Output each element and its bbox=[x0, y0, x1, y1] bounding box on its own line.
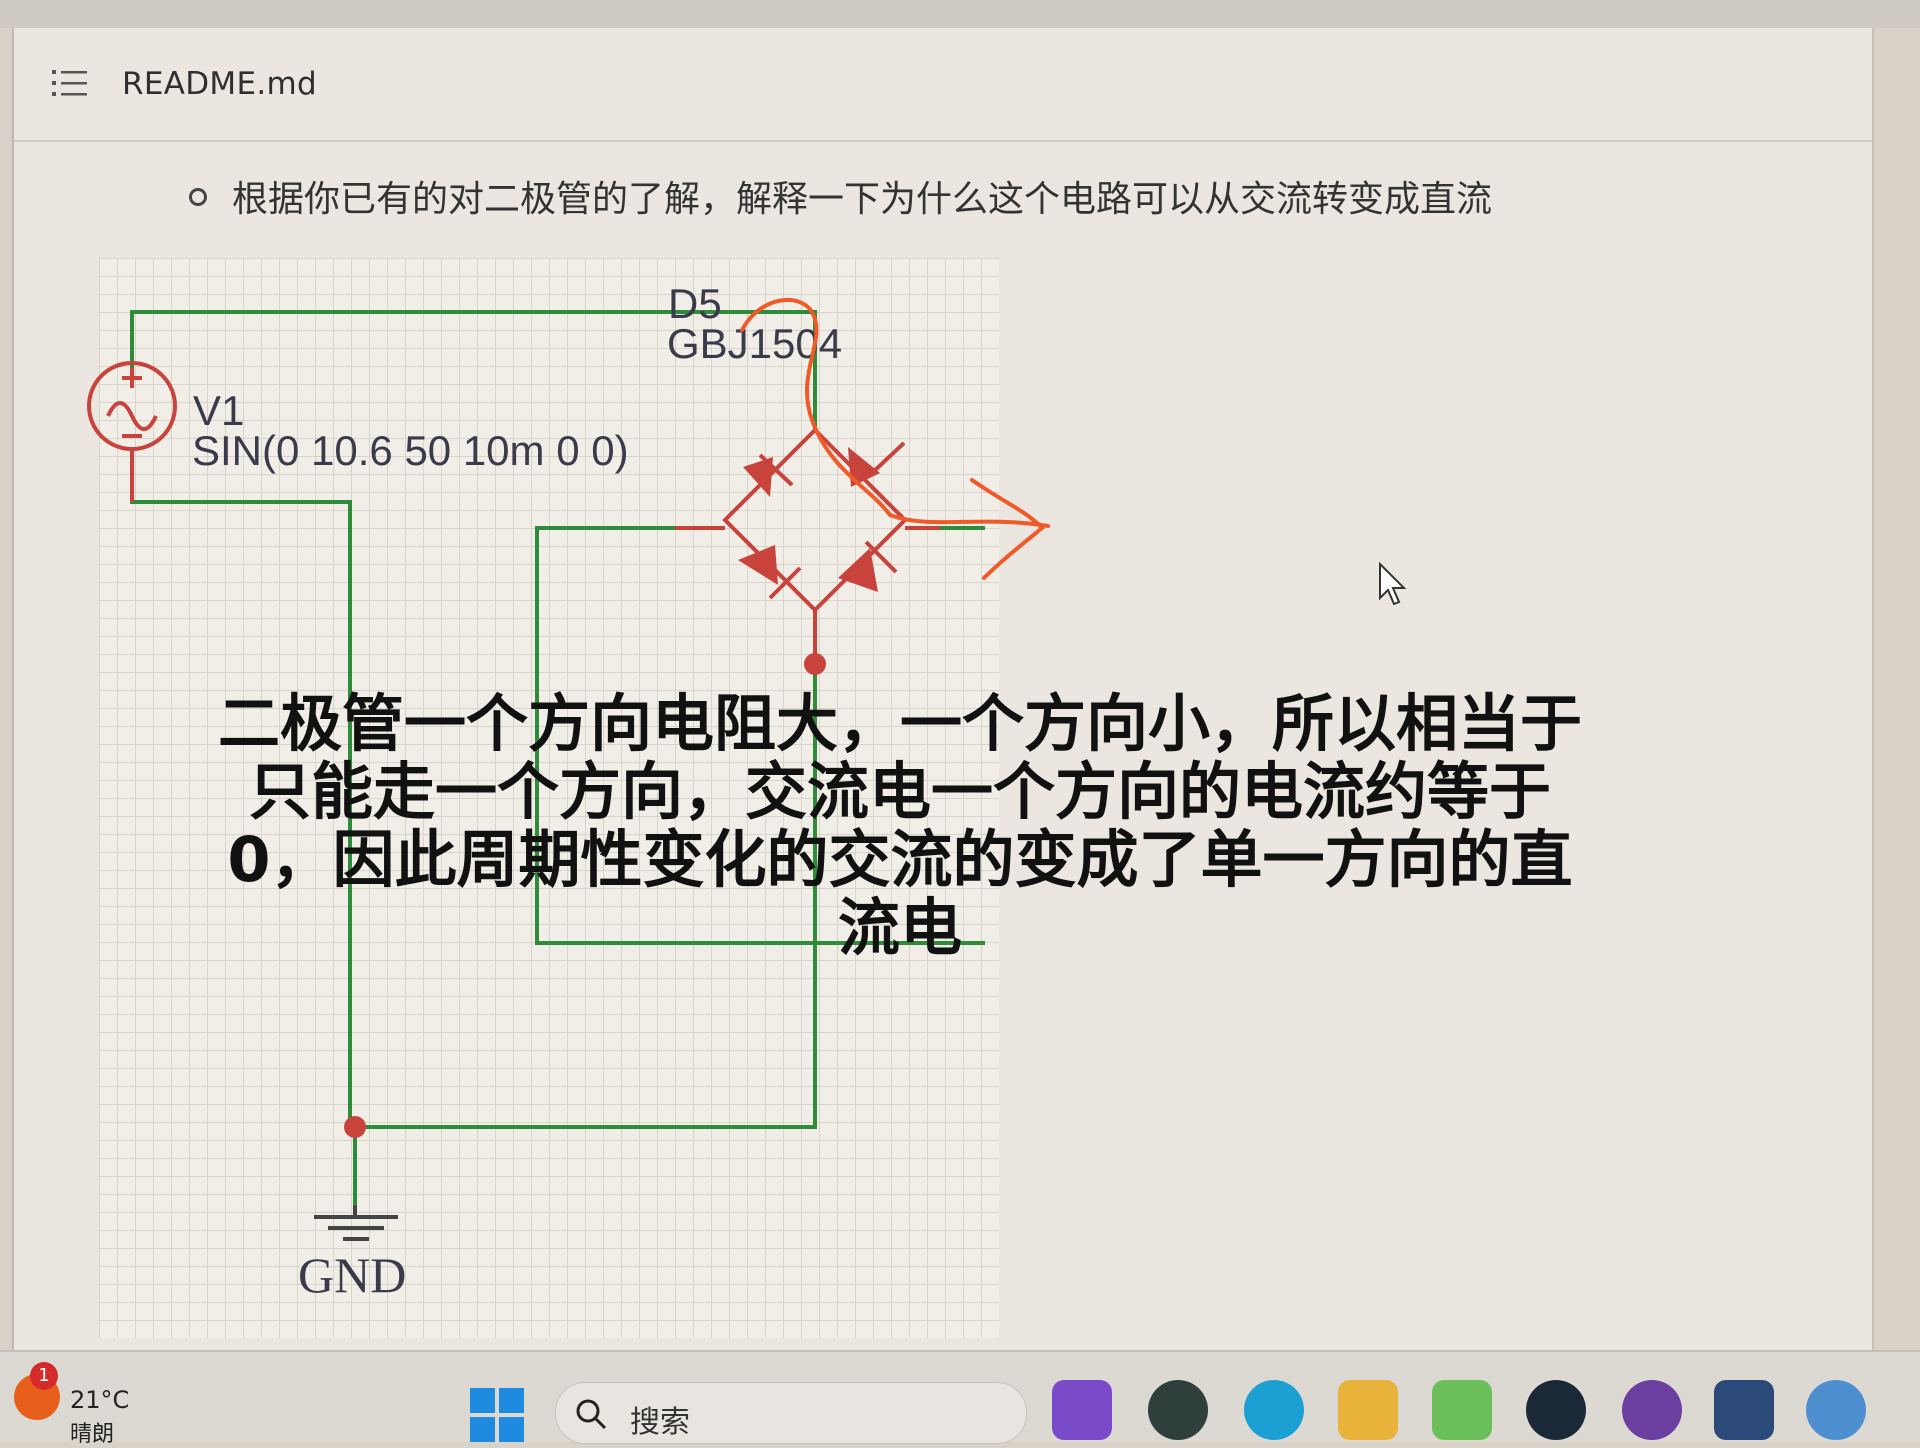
notification-badge: 1 bbox=[30, 1362, 58, 1390]
junction-dot bbox=[344, 1116, 366, 1138]
file-explorer-icon[interactable] bbox=[1338, 1380, 1398, 1440]
search-icon bbox=[576, 1399, 607, 1430]
weather-temperature[interactable]: 21°C bbox=[70, 1386, 129, 1414]
annotation-line-2: 只能走一个方向，交流电一个方向的电流约等于 bbox=[248, 755, 1551, 828]
annotation-line-1: 二极管一个方向电阻大，一个方向小，所以相当于 bbox=[217, 687, 1582, 760]
weather-condition[interactable]: 晴朗 bbox=[70, 1416, 114, 1448]
mouse-pointer-icon bbox=[1379, 562, 1407, 606]
windows-start-icon[interactable] bbox=[470, 1388, 524, 1442]
annotation-line-3: 0，因此周期性变化的交流的变成了单一方向的直 bbox=[227, 823, 1573, 896]
visual-studio-icon[interactable] bbox=[1052, 1380, 1112, 1440]
obs-icon[interactable] bbox=[1148, 1380, 1208, 1440]
settings-icon[interactable] bbox=[1806, 1380, 1866, 1440]
annotation-text: 二极管一个方向电阻大，一个方向小，所以相当于 只能走一个方向，交流电一个方向的电… bbox=[200, 690, 1600, 962]
search-label: 搜索 bbox=[630, 1405, 690, 1440]
steam-icon[interactable] bbox=[1526, 1380, 1586, 1440]
store-icon[interactable] bbox=[1714, 1380, 1774, 1440]
source-value-label: SIN(0 10.6 50 10m 0 0) bbox=[192, 427, 629, 474]
github-icon[interactable] bbox=[1622, 1380, 1682, 1440]
taskbar: 1 21°C 晴朗 搜索 bbox=[0, 1350, 1920, 1447]
ground-symbol bbox=[314, 1205, 398, 1241]
todo-icon[interactable] bbox=[1432, 1380, 1492, 1440]
bridge-rectifier-symbol bbox=[675, 428, 940, 675]
edge-icon[interactable] bbox=[1244, 1380, 1304, 1440]
ground-label: GND bbox=[298, 1247, 406, 1303]
annotation-line-4: 流电 bbox=[837, 891, 962, 964]
ac-source-symbol bbox=[87, 361, 177, 502]
taskbar-search-box[interactable]: 搜索 bbox=[555, 1382, 1027, 1444]
